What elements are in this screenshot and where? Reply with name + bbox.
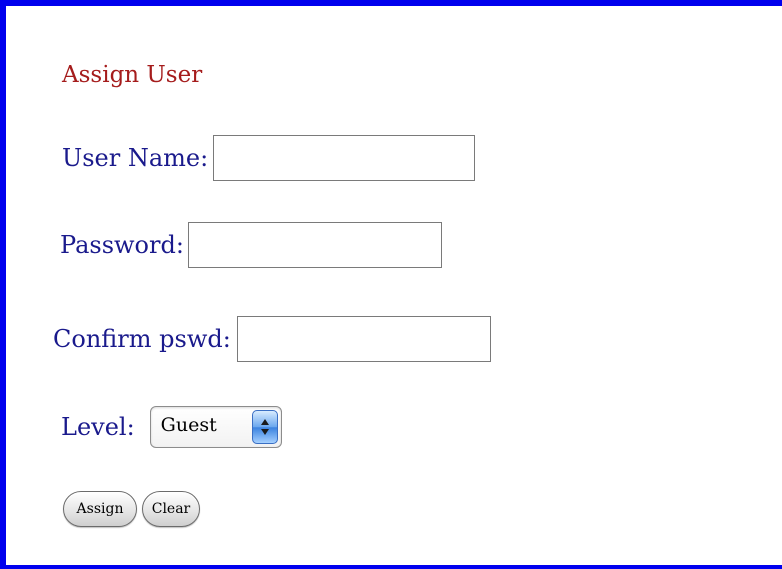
password-row: Password:: [60, 222, 442, 268]
username-row: User Name:: [62, 135, 476, 181]
level-label: Level:: [61, 413, 135, 441]
up-down-arrows-icon: [251, 410, 278, 444]
password-label: Password:: [60, 231, 184, 259]
username-input[interactable]: [213, 135, 476, 181]
form-buttons: Assign Clear: [63, 491, 200, 527]
assign-button[interactable]: Assign: [63, 491, 137, 527]
confirm-password-label: Confirm pswd:: [53, 325, 231, 353]
password-input[interactable]: [187, 222, 442, 268]
clear-button[interactable]: Clear: [142, 491, 200, 527]
confirm-password-input[interactable]: [236, 316, 491, 362]
form-title: Assign User: [62, 62, 203, 88]
level-select-value: Guest: [160, 414, 217, 436]
assign-user-panel: Assign User User Name: Password: Confirm…: [0, 0, 782, 569]
level-row: Level: Guest: [61, 406, 282, 448]
confirm-password-row: Confirm pswd:: [53, 316, 491, 362]
level-select[interactable]: Guest: [149, 406, 282, 448]
username-label: User Name:: [62, 144, 209, 172]
